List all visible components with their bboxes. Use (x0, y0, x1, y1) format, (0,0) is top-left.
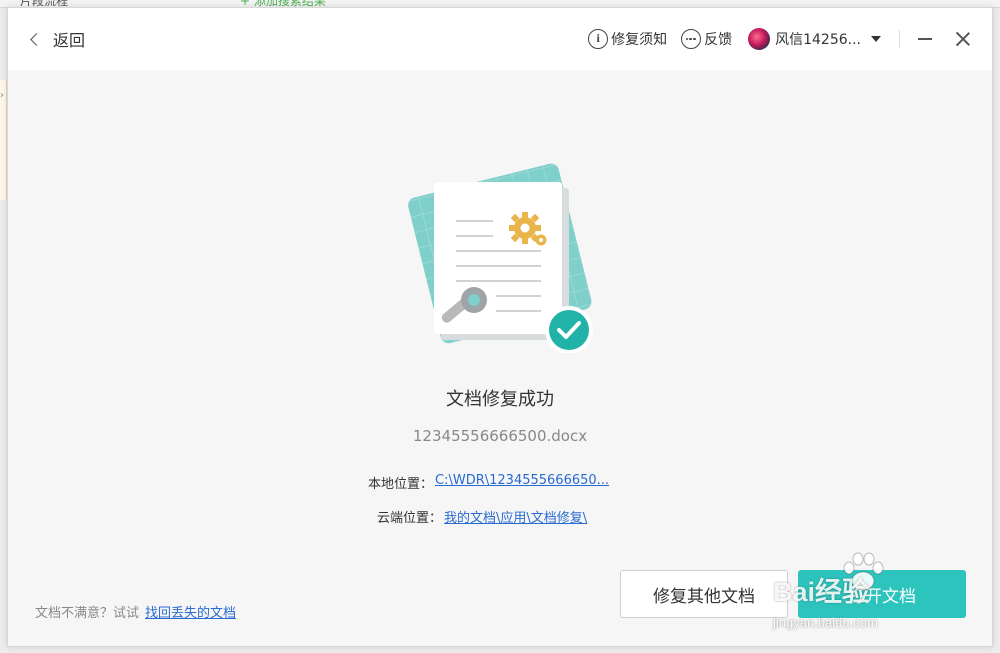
file-name: 12345556666500.docx (412, 427, 588, 445)
cloud-location-row: 云端位置： 我的文档\应用\文档修复\ (377, 507, 587, 526)
repair-notice-button[interactable]: i 修复须知 (588, 29, 667, 49)
feedback-button[interactable]: 反馈 (681, 29, 732, 49)
close-button[interactable] (956, 32, 970, 46)
local-location-row: 本地位置： C:\WDR\1234555666650... (368, 473, 609, 492)
caret-down-icon (871, 36, 881, 42)
local-path-link[interactable]: C:\WDR\1234555666650... (435, 473, 609, 492)
local-location-label: 本地位置： (368, 477, 434, 492)
repair-other-button[interactable]: 修复其他文档 (620, 570, 788, 618)
cloud-path-link[interactable]: 我的文档\应用\文档修复\ (444, 507, 587, 526)
chat-bubble-icon (681, 29, 702, 49)
repair-success-dialog: 返回 i 修复须知 反馈 风信14256... 文档修复成功 123455566… (7, 7, 993, 647)
open-document-button[interactable]: 打开文档 (798, 570, 966, 618)
titlebar-actions: i 修复须知 反馈 风信14256... (588, 25, 970, 53)
feedback-label: 反馈 (704, 32, 733, 48)
back-label: 返回 (53, 31, 86, 50)
info-icon: i (588, 29, 609, 49)
user-menu[interactable]: 风信14256... (748, 28, 881, 50)
success-title: 文档修复成功 (446, 389, 554, 410)
divider (899, 30, 900, 48)
back-button[interactable]: 返回 (28, 27, 85, 51)
avatar (748, 28, 771, 50)
document-repaired-illustration (408, 163, 593, 353)
footer-tip-text: 文档不满意？试试 (35, 606, 140, 621)
chevron-right-icon: › (0, 90, 4, 101)
username: 风信14256... (775, 32, 861, 48)
footer-tip: 文档不满意？试试 找回丢失的文档 (35, 602, 236, 621)
chevron-left-icon (30, 32, 43, 46)
cloud-location-label: 云端位置： (377, 511, 443, 526)
repair-notice-label: 修复须知 (611, 32, 668, 48)
recover-lost-docs-link[interactable]: 找回丢失的文档 (145, 602, 236, 621)
minimize-button[interactable] (918, 38, 932, 40)
titlebar: 返回 i 修复须知 反馈 风信14256... (8, 8, 992, 70)
check-circle-icon (545, 306, 593, 353)
